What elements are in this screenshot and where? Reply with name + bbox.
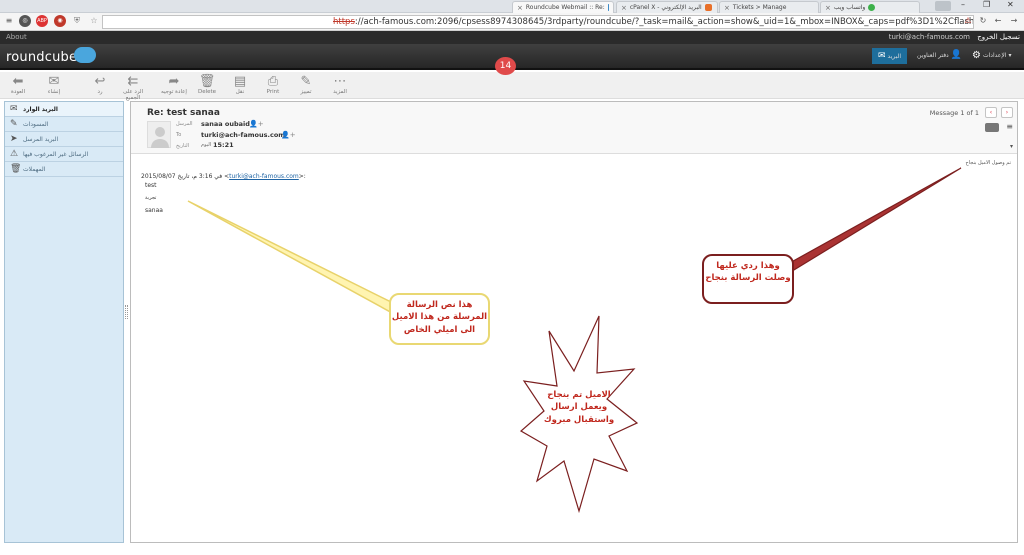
annotation-pointers: [187, 167, 962, 316]
yellow-callout: هذا نص الرسالة المرسلة من هذا الاميل الى…: [389, 293, 490, 345]
yellow-callout-pointer: [187, 200, 396, 316]
annotation-number-badge: 14: [495, 57, 516, 75]
starburst-text: الاميل تم بنجاح ويعمل ارسال واستقبال مبر…: [543, 390, 615, 425]
red-callout: وهذا ردي عليها وصلت الرسالة بنجاح: [702, 254, 794, 304]
red-callout-pointer: [785, 167, 962, 274]
